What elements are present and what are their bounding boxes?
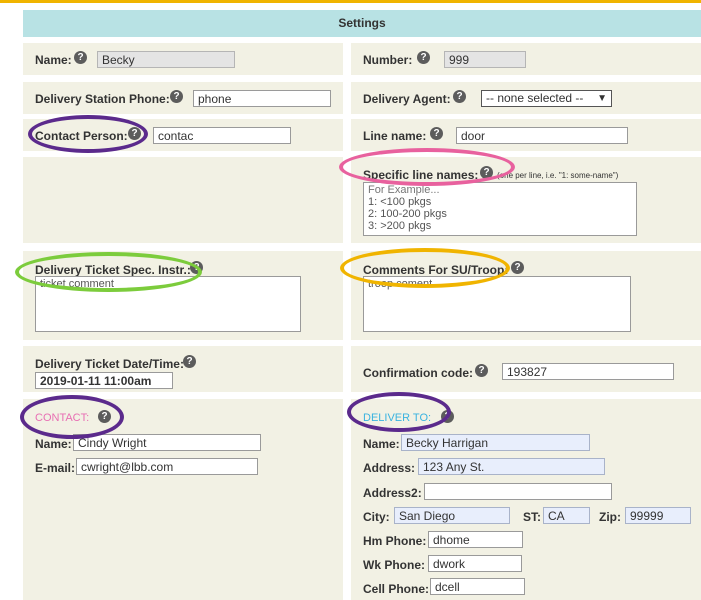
annotation-ring-contact: [20, 395, 124, 439]
help-icon[interactable]: ?: [74, 51, 87, 64]
contact-email-input[interactable]: [76, 458, 258, 475]
deliver-city-label: City:: [363, 510, 390, 524]
line-example: For Example...: [368, 184, 440, 196]
top-accent-line: [0, 0, 701, 3]
line-name-input[interactable]: [456, 127, 628, 144]
deliver-zip-input[interactable]: [625, 507, 691, 524]
help-icon[interactable]: ?: [475, 364, 488, 377]
ticket-datetime-label: Delivery Ticket Date/Time:: [35, 357, 184, 371]
deliver-zip-label: Zip:: [599, 510, 621, 524]
annotation-ring-comments: [340, 248, 510, 288]
delivery-agent-selected: -- none selected --: [486, 91, 584, 105]
deliver-wk-phone-label: Wk Phone:: [363, 558, 425, 572]
contact-name-input[interactable]: [73, 434, 261, 451]
line-name-label: Line name:: [363, 129, 427, 143]
contact-email-label: E-mail:: [35, 461, 76, 475]
help-icon[interactable]: ?: [511, 261, 524, 274]
deliver-name-input[interactable]: [401, 434, 590, 451]
name-label: Name:: [35, 53, 72, 67]
deliver-address2-input[interactable]: [424, 483, 612, 500]
deliver-hm-phone-input[interactable]: [428, 531, 523, 548]
deliver-st-label: ST:: [523, 510, 541, 524]
deliver-city-input[interactable]: [394, 507, 510, 524]
number-label: Number:: [363, 53, 413, 67]
deliver-name-label: Name:: [363, 437, 400, 451]
help-icon[interactable]: ?: [430, 127, 443, 140]
deliver-wk-phone-input[interactable]: [428, 555, 522, 572]
help-icon[interactable]: ?: [453, 90, 466, 103]
chevron-down-icon: ▼: [597, 93, 607, 104]
annotation-ring-contact-person: [28, 115, 148, 153]
line-item: 1: <100 pkgs: [368, 196, 432, 208]
contact-name-label: Name:: [35, 437, 72, 451]
deliver-st-input[interactable]: [543, 507, 590, 524]
help-icon[interactable]: ?: [170, 90, 183, 103]
station-phone-label: Delivery Station Phone:: [35, 92, 170, 106]
deliver-address-input[interactable]: [418, 458, 605, 475]
number-input[interactable]: [444, 51, 526, 68]
page-title: Settings: [338, 16, 386, 30]
annotation-ring-specific-line-names: [339, 148, 515, 186]
annotation-ring-ticket-instr: [15, 252, 202, 292]
contact-person-input[interactable]: [153, 127, 291, 144]
deliver-cell-phone-label: Cell Phone:: [363, 582, 430, 596]
delivery-agent-select[interactable]: -- none selected -- ▼: [481, 90, 612, 107]
help-icon[interactable]: ?: [417, 51, 430, 64]
specific-line-names-hint: (one per line, i.e. "1: some-name"): [497, 171, 619, 180]
confirmation-label: Confirmation code:: [363, 366, 473, 380]
station-phone-input[interactable]: [193, 90, 331, 107]
specific-line-names-textarea[interactable]: For Example... 1: <100 pkgs 2: 100-200 p…: [363, 182, 637, 236]
deliver-hm-phone-label: Hm Phone:: [363, 534, 427, 548]
deliver-address-label: Address:: [363, 461, 416, 475]
deliver-cell-phone-input[interactable]: [430, 578, 525, 595]
annotation-ring-deliver-to: [347, 392, 451, 432]
settings-header: Settings: [23, 10, 701, 37]
help-icon[interactable]: ?: [183, 355, 196, 368]
ticket-datetime-input[interactable]: [35, 372, 173, 389]
deliver-address2-label: Address2:: [363, 486, 422, 500]
line-item: 2: 100-200 pkgs: [368, 208, 447, 220]
delivery-agent-label: Delivery Agent:: [363, 92, 451, 106]
empty-cell: [23, 157, 343, 243]
line-item: 3: >200 pkgs: [368, 220, 432, 232]
confirmation-input[interactable]: [502, 363, 674, 380]
name-input[interactable]: [97, 51, 235, 68]
